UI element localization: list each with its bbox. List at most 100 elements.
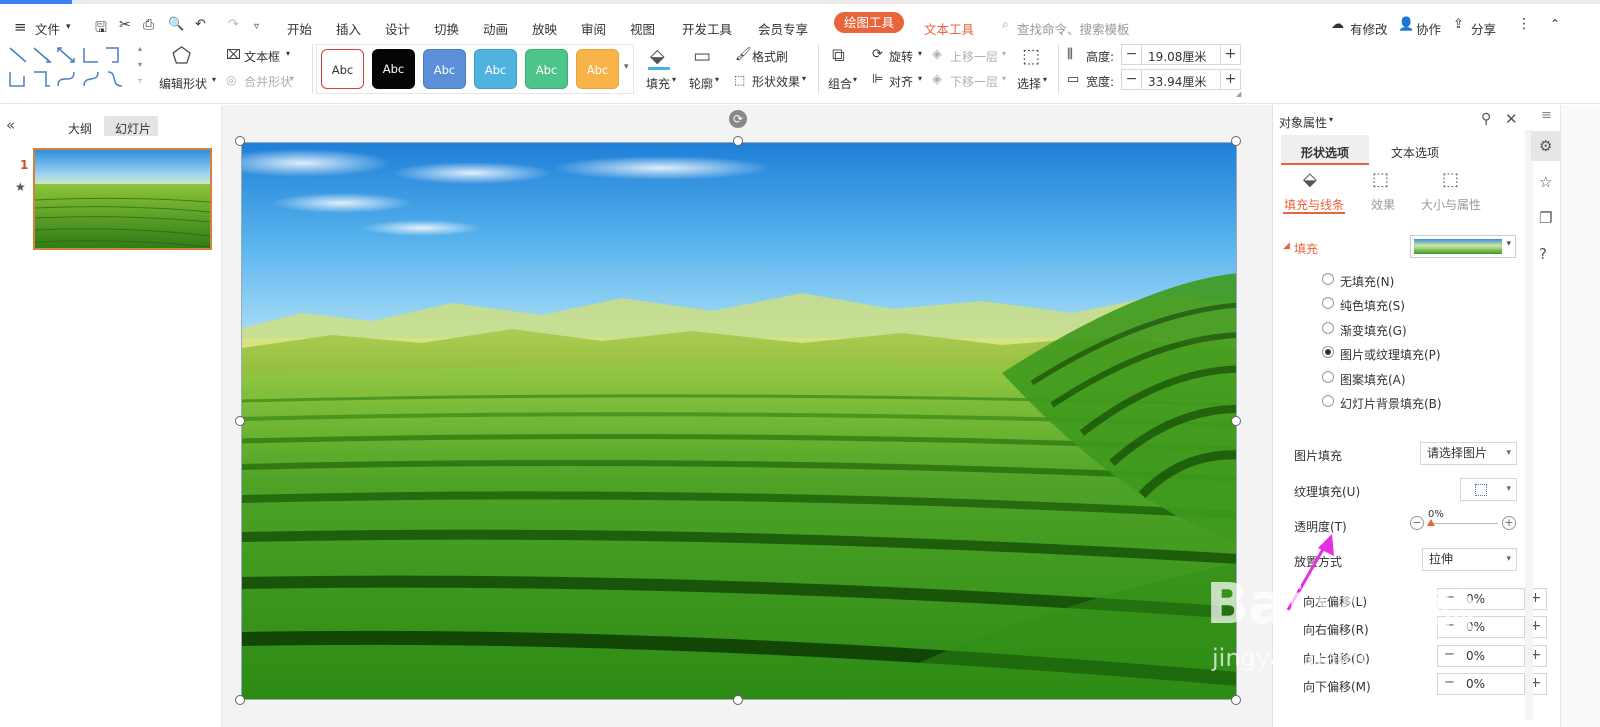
radio-solid-fill[interactable] [1322,297,1334,309]
star-animation-icon[interactable]: ☆ [1539,173,1552,191]
texture-fill-dropdown[interactable]: ▾ [1460,478,1517,501]
resize-handle-s[interactable] [733,695,743,705]
subtab-size-properties[interactable]: 大小与属性 [1421,196,1481,213]
tab-slideshow[interactable]: 放映 [532,19,557,38]
resize-handle-se[interactable] [1231,695,1241,705]
fill-button[interactable]: 填充 [646,75,670,92]
width-stepper[interactable]: − 33.94厘米 + [1121,69,1241,90]
radio-no-fill[interactable] [1322,273,1334,285]
chevron-down-icon[interactable]: ▾ [1329,115,1333,124]
fill-line-icon[interactable]: ⬙ [1303,169,1317,190]
rotate-handle-icon[interactable]: ⟳ [729,110,747,128]
sidebar-menu-icon[interactable]: ≡ [1541,108,1552,123]
tab-animation[interactable]: 动画 [483,19,508,38]
resize-handle-w[interactable] [235,416,245,426]
group-button[interactable]: 组合 [828,75,852,92]
tab-view[interactable]: 视图 [630,19,655,38]
chevron-down-icon[interactable]: ▾ [286,49,290,58]
select-pointer-icon[interactable]: ⬚ [1022,45,1040,67]
picture-fill-dropdown[interactable]: 请选择图片 ▾ [1420,442,1517,465]
chevron-down-icon[interactable]: ▾ [715,75,719,84]
transparency-slider-track[interactable] [1428,523,1498,524]
offset-bottom-value[interactable]: 0% [1466,677,1485,691]
resize-handle-n[interactable] [733,136,743,146]
height-stepper[interactable]: − 19.08厘米 + [1121,44,1241,65]
quick-access-more-icon[interactable]: ▿ [254,21,259,32]
resize-handle-ne[interactable] [1231,136,1241,146]
section-expand-icon[interactable]: ◢ [1283,241,1290,251]
resize-handle-sw[interactable] [235,695,245,705]
style-cyan[interactable]: Abc [474,49,517,89]
chevron-down-icon[interactable]: ▾ [802,74,806,83]
slide-thumbnail-1[interactable] [33,148,212,250]
slide-picture[interactable] [241,142,1237,700]
cut-icon[interactable]: ✂ [119,17,131,33]
share-button[interactable]: 分享 [1471,19,1496,38]
outline-button[interactable]: 轮廓 [689,75,713,92]
option-solid-fill[interactable]: 纯色填充(S) [1340,297,1405,314]
height-decrease-button[interactable]: − [1122,45,1142,64]
radio-gradient-fill[interactable] [1322,322,1334,334]
tab-design[interactable]: 设计 [385,19,410,38]
tab-text-options[interactable]: 文本选项 [1391,144,1439,161]
radio-pattern-fill[interactable] [1322,371,1334,383]
resize-handle-nw[interactable] [235,136,245,146]
collapse-ribbon-icon[interactable]: ⌃ [1550,17,1560,31]
outline-icon[interactable]: ▭ [693,45,711,67]
edit-shape-button[interactable]: 编辑形状 [159,75,207,92]
collab-button[interactable]: 协作 [1416,19,1441,38]
print-preview-icon[interactable]: 🔍 [168,17,184,32]
undo-icon[interactable]: ↶ [195,17,206,32]
print-icon[interactable]: ⎙ [143,17,154,33]
send-backward-button[interactable]: 下移一层 [950,73,998,90]
tab-insert[interactable]: 插入 [336,19,361,38]
tab-review[interactable]: 审阅 [581,19,606,38]
style-green[interactable]: Abc [525,49,568,89]
tile-mode-dropdown[interactable]: 拉伸 ▾ [1422,548,1517,571]
style-blue[interactable]: Abc [423,49,466,89]
textbox-button[interactable]: 文本框 [244,48,280,65]
tab-slides[interactable]: 幻灯片 [115,120,151,137]
merge-shape-button[interactable]: 合并形状 [244,73,292,90]
format-painter-button[interactable]: 格式刷 [752,48,788,65]
size-dialog-launcher-icon[interactable]: ◢ [1236,90,1241,98]
effects-icon[interactable]: ⬚ [1372,169,1389,190]
chevron-down-icon[interactable]: ▾ [1043,75,1047,84]
tab-shape-options[interactable]: 形状选项 [1301,144,1349,161]
option-pattern-fill[interactable]: 图案填充(A) [1340,371,1406,388]
gallery-scroll-down-icon[interactable]: ▾ [138,60,142,69]
chevron-down-icon[interactable]: ▾ [918,74,922,83]
tab-transition[interactable]: 切换 [434,19,459,38]
width-decrease-button[interactable]: − [1122,70,1142,89]
file-menu[interactable]: 文件 [35,19,60,38]
transparency-slider-thumb[interactable] [1427,519,1435,526]
width-increase-button[interactable]: + [1220,70,1240,89]
fill-preview-dropdown[interactable]: ▾ [1410,235,1516,258]
rotate-button[interactable]: 旋转 [889,48,913,65]
tab-drawing-tools[interactable]: 绘图工具 [834,12,905,33]
transparency-decrease-icon[interactable]: − [1410,516,1424,530]
group-icon[interactable]: ⧉ [832,45,845,66]
tab-text-tools[interactable]: 文本工具 [924,19,974,38]
chevron-down-icon[interactable]: ▾ [66,22,71,32]
option-gradient-fill[interactable]: 渐变填充(G) [1340,322,1407,339]
panel-scrollbar[interactable] [1525,130,1533,720]
resize-handle-e[interactable] [1231,416,1241,426]
height-value[interactable]: 19.08厘米 [1148,48,1206,65]
offset-top-value[interactable]: 0% [1466,649,1485,663]
collapse-panel-icon[interactable]: « [6,116,15,134]
chevron-down-icon[interactable]: ▾ [1506,239,1511,249]
bring-forward-button[interactable]: 上移一层 [950,48,998,65]
modified-status[interactable]: 有修改 [1350,19,1388,38]
style-orange[interactable]: Abc [576,49,619,89]
tab-outline[interactable]: 大纲 [68,120,92,137]
properties-sliders-icon[interactable]: ⚙ [1539,137,1552,155]
option-slide-bg-fill[interactable]: 幻灯片背景填充(B) [1340,395,1442,412]
chevron-down-icon[interactable]: ▾ [672,75,676,84]
section-fill-title[interactable]: 填充 [1294,240,1318,257]
width-value[interactable]: 33.94厘米 [1148,73,1206,90]
radio-picture-fill[interactable] [1322,346,1334,358]
chevron-down-icon[interactable]: ▾ [212,75,216,84]
transparency-increase-icon[interactable]: + [1502,516,1516,530]
offset-bottom-decrease[interactable]: − [1444,675,1455,690]
